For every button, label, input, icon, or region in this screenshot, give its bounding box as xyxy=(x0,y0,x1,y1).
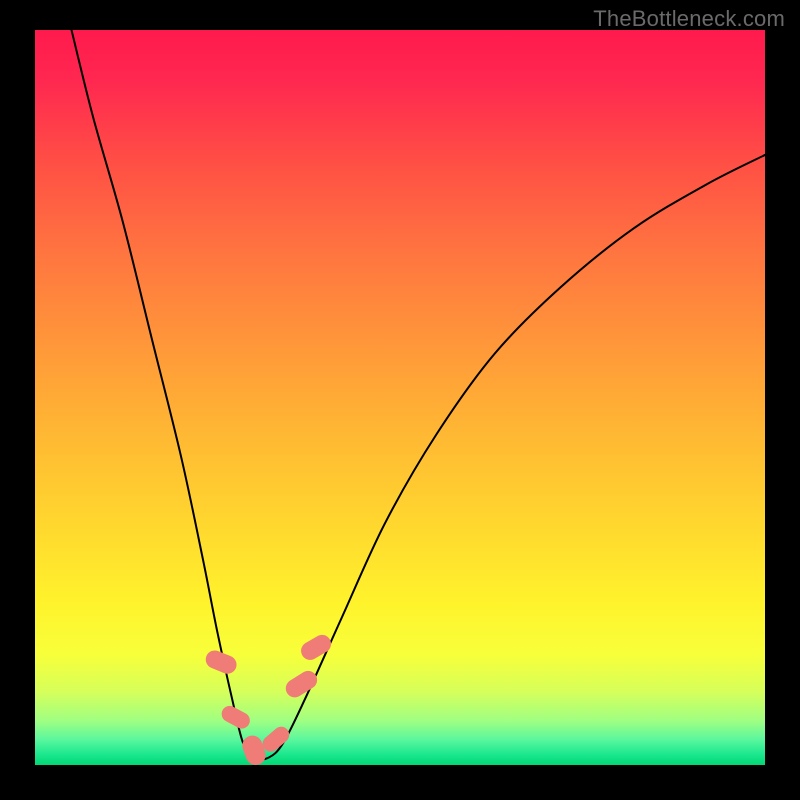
plot-area xyxy=(35,30,765,765)
curve-marker-4 xyxy=(282,667,320,700)
curve-marker-5 xyxy=(298,632,335,664)
curve-marker-2 xyxy=(240,733,269,765)
curve-marker-1 xyxy=(219,703,253,731)
watermark-text: TheBottleneck.com xyxy=(593,6,785,32)
bottleneck-curve xyxy=(72,30,766,759)
chart-frame: TheBottleneck.com xyxy=(0,0,800,800)
marker-layer xyxy=(203,632,334,765)
curve-layer xyxy=(35,30,765,765)
